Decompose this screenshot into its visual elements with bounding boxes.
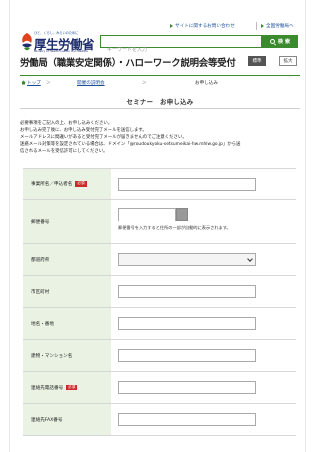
field-label: 都道府県 — [23, 244, 111, 275]
field-label: 市区町村 — [23, 276, 111, 307]
fax-field[interactable] — [118, 413, 256, 430]
form-row-company-name: 事業所名／申込者名 必須 — [23, 168, 296, 200]
field-label: 建物・マンション名 — [23, 340, 111, 371]
company-name-field[interactable] — [118, 178, 256, 195]
building-input[interactable] — [119, 355, 255, 366]
search-button-label: 検 索 — [277, 39, 291, 45]
field-label-text: 地名・番地 — [31, 321, 54, 327]
page-edge-right — [305, 0, 306, 452]
breadcrumb-current: お申し込み — [195, 81, 218, 86]
text-size-standard-label: 標準 — [252, 59, 262, 64]
form-row-city: 市区町村 — [23, 276, 296, 308]
form-row-building: 建物・マンション名 — [23, 340, 296, 372]
utility-divider — [256, 22, 257, 30]
arrow-right-icon — [170, 23, 173, 28]
field-label-text: 事業所名／申込者名 — [31, 182, 73, 187]
page-frame: サイトに関するお問い合わせ 全国労働局へ ひと、くらし、みらいのために 厚生労働… — [0, 0, 320, 452]
labour-bureaus-link[interactable]: 全国労働局へ — [261, 23, 294, 29]
text-size-large-label: 拡大 — [283, 59, 293, 64]
field-label-text: 連絡先電話番号 — [31, 385, 64, 391]
home-icon — [21, 80, 26, 85]
labour-bureaus-link-label: 全国労働局へ — [266, 24, 294, 29]
phone-field[interactable] — [118, 381, 256, 398]
field-label-text: 連絡先FAX番号 — [31, 417, 63, 423]
form-row-address: 地名・番地 — [23, 308, 296, 340]
company-name-input[interactable] — [119, 184, 255, 195]
note-line: 信されるメールを受信許可にしてください。 — [20, 149, 108, 154]
breadcrumb-seminars[interactable]: 開催の説明会 — [77, 80, 105, 86]
search-icon — [269, 39, 275, 44]
page-title: セミナー お申し込み — [126, 98, 194, 106]
breadcrumb-separator: ＞ — [46, 81, 51, 86]
city-input[interactable] — [119, 291, 255, 302]
contact-link-label: サイトに関するお問い合わせ — [175, 24, 235, 29]
breadcrumb-divider — [20, 75, 300, 76]
phone-input[interactable] — [119, 387, 255, 398]
field-label-text: 都道府県 — [31, 257, 50, 263]
address-field[interactable] — [118, 317, 256, 334]
address-input[interactable] — [119, 323, 255, 334]
required-badge: 必須 — [75, 181, 87, 187]
heading-underline — [20, 108, 300, 109]
contact-link[interactable]: サイトに関するお問い合わせ — [170, 23, 235, 29]
form-row-phone: 連絡先電話番号 必須 — [23, 372, 296, 404]
logo-mark-icon — [22, 33, 32, 51]
prefecture-select[interactable] — [118, 253, 256, 266]
site-title: 労働局（職業安定関係）・ハローワーク説明会等受付 — [20, 58, 236, 69]
field-label: 地名・番地 — [23, 308, 111, 339]
field-label: 事業所名／申込者名 必須 — [23, 169, 111, 199]
postal-code-lookup-button[interactable] — [176, 208, 188, 221]
search-button[interactable]: 検 索 — [262, 35, 298, 48]
postal-code-field[interactable] — [118, 208, 176, 225]
note-line: 必要事項をご記入の上、お申し込みください。 — [20, 121, 113, 126]
field-label: 連絡先電話番号 必須 — [23, 372, 111, 403]
field-label: 連絡先FAX番号 — [23, 404, 111, 435]
mhlw-logo[interactable]: ひと、くらし、みらいのために 厚生労働省 Ministry of Health,… — [20, 28, 100, 54]
required-badge: 必須 — [66, 384, 78, 391]
search-field[interactable] — [100, 35, 262, 56]
fax-input[interactable] — [119, 419, 255, 430]
building-field[interactable] — [118, 349, 256, 366]
field-label-text: 市区町村 — [31, 289, 50, 295]
form-row-fax: 連絡先FAX番号 — [23, 404, 296, 436]
search-input[interactable] — [101, 44, 261, 56]
chevron-down-icon — [247, 256, 253, 262]
application-form: 事業所名／申込者名 必須 郵便番号 郵便番号を入力すると住所の一部が自動的に表示… — [23, 168, 296, 436]
breadcrumb-top[interactable]: トップ — [27, 80, 41, 86]
form-row-postal-code: 郵便番号 郵便番号を入力すると住所の一部が自動的に表示されます。 — [23, 200, 296, 244]
text-size-large-button[interactable]: 拡大 — [279, 56, 297, 66]
postal-code-help: 郵便番号を入力すると住所の一部が自動的に表示されます。 — [118, 225, 231, 230]
page-edge-left — [9, 0, 10, 452]
field-label-text: 建物・マンション名 — [31, 353, 73, 359]
note-line: 迷惑メール対策等を設定されている場合は、ドメイン「@roudoukyoku-se… — [20, 142, 241, 147]
field-label-text: 郵便番号 — [31, 219, 50, 225]
note-line: メールアドレスに間違いがあると受付完了メールが届きませんのでご注意ください。 — [20, 135, 187, 140]
form-row-prefecture: 都道府県 — [23, 244, 296, 276]
breadcrumb-separator: ＞ — [142, 81, 147, 86]
city-field[interactable] — [118, 285, 256, 302]
text-size-standard-button[interactable]: 標準 — [248, 56, 266, 66]
field-label: 郵便番号 — [23, 200, 111, 243]
logo-name-en: Ministry of Health, Labour and Welfare — [34, 49, 88, 53]
postal-code-input[interactable] — [119, 214, 175, 225]
arrow-right-icon — [261, 23, 264, 28]
note-line: お申し込み完了後に、お申し込み受付完了メールを送信します。 — [20, 128, 147, 133]
